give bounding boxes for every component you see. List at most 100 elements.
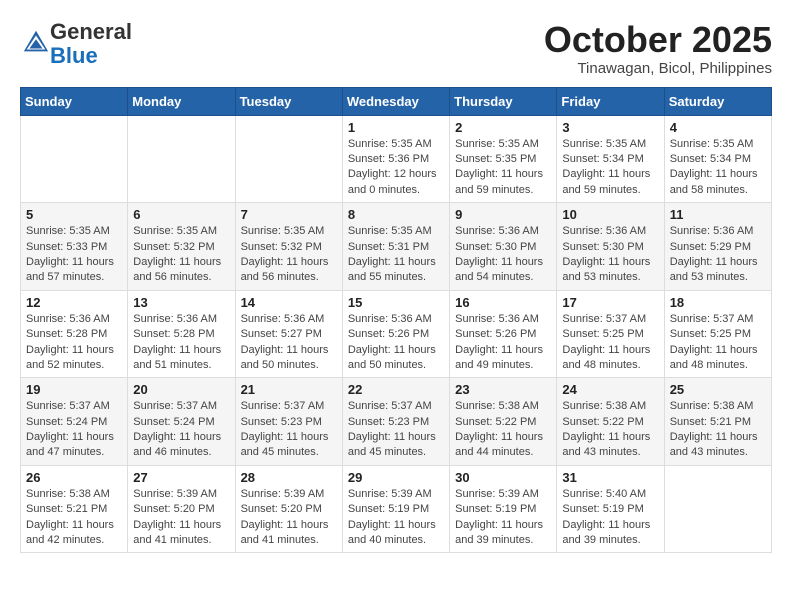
calendar-cell: 20Sunrise: 5:37 AM Sunset: 5:24 PM Dayli… [128, 378, 235, 466]
calendar-cell: 2Sunrise: 5:35 AM Sunset: 5:35 PM Daylig… [450, 115, 557, 203]
day-number: 28 [241, 470, 337, 485]
calendar-week-row: 19Sunrise: 5:37 AM Sunset: 5:24 PM Dayli… [21, 378, 772, 466]
weekday-header: Saturday [664, 87, 771, 115]
weekday-header: Wednesday [342, 87, 449, 115]
calendar-cell: 6 Sunrise: 5:35 AM Sunset: 5:32 PM Daylig… [128, 203, 235, 291]
calendar-week-row: 1 Sunrise: 5:35 AM Sunset: 5:36 PM Daylig… [21, 115, 772, 203]
calendar-cell: 31 Sunrise: 5:40 AM Sunset: 5:19 PM Dayli… [557, 465, 664, 553]
calendar-cell: 10 Sunrise: 5:36 AM Sunset: 5:30 PM Dayli… [557, 203, 664, 291]
day-info: Sunrise: 5:40 AM Sunset: 5:19 PM Dayligh… [562, 487, 658, 549]
day-info: Sunrise: 5:36 AM Sunset: 5:26 PM Dayligh… [455, 312, 551, 374]
day-number: 3 [562, 120, 658, 135]
day-number: 7 [241, 207, 337, 222]
calendar-week-row: 26 Sunrise: 5:38 AM Sunset: 5:21 PM Dayli… [21, 465, 772, 553]
logo-icon [22, 28, 50, 56]
day-number: 31 [562, 470, 658, 485]
calendar-cell: 22Sunrise: 5:37 AM Sunset: 5:23 PM Dayli… [342, 378, 449, 466]
day-info: Sunrise: 5:39 AM Sunset: 5:20 PM Dayligh… [133, 487, 229, 549]
day-info: Sunrise: 5:36 AM Sunset: 5:30 PM Dayligh… [455, 224, 551, 286]
calendar-cell: 25Sunrise: 5:38 AM Sunset: 5:21 PM Dayli… [664, 378, 771, 466]
day-info: Sunrise: 5:38 AM Sunset: 5:22 PM Dayligh… [455, 399, 551, 461]
day-info: Sunrise: 5:39 AM Sunset: 5:19 PM Dayligh… [348, 487, 444, 549]
calendar-cell [21, 115, 128, 203]
location: Tinawagan, Bicol, Philippines [544, 60, 772, 77]
calendar-table: SundayMondayTuesdayWednesdayThursdayFrid… [20, 87, 772, 554]
day-info: Sunrise: 5:35 AM Sunset: 5:34 PM Dayligh… [670, 137, 766, 199]
title-area: October 2025 Tinawagan, Bicol, Philippin… [544, 20, 772, 77]
calendar-cell: 14Sunrise: 5:36 AM Sunset: 5:27 PM Dayli… [235, 290, 342, 378]
calendar-cell: 21Sunrise: 5:37 AM Sunset: 5:23 PM Dayli… [235, 378, 342, 466]
day-info: Sunrise: 5:35 AM Sunset: 5:34 PM Dayligh… [562, 137, 658, 199]
calendar-cell: 3 Sunrise: 5:35 AM Sunset: 5:34 PM Daylig… [557, 115, 664, 203]
calendar-cell: 16 Sunrise: 5:36 AM Sunset: 5:26 PM Dayli… [450, 290, 557, 378]
calendar-cell: 30Sunrise: 5:39 AM Sunset: 5:19 PM Dayli… [450, 465, 557, 553]
calendar-cell: 5 Sunrise: 5:35 AM Sunset: 5:33 PM Daylig… [21, 203, 128, 291]
calendar-cell: 4 Sunrise: 5:35 AM Sunset: 5:34 PM Daylig… [664, 115, 771, 203]
day-info: Sunrise: 5:35 AM Sunset: 5:35 PM Dayligh… [455, 137, 551, 199]
day-number: 4 [670, 120, 766, 135]
day-number: 1 [348, 120, 444, 135]
day-number: 26 [26, 470, 122, 485]
calendar-cell: 19Sunrise: 5:37 AM Sunset: 5:24 PM Dayli… [21, 378, 128, 466]
day-info: Sunrise: 5:36 AM Sunset: 5:26 PM Dayligh… [348, 312, 444, 374]
day-number: 6 [133, 207, 229, 222]
calendar-cell: 28 Sunrise: 5:39 AM Sunset: 5:20 PM Dayli… [235, 465, 342, 553]
day-number: 19 [26, 382, 122, 397]
day-info: Sunrise: 5:35 AM Sunset: 5:33 PM Dayligh… [26, 224, 122, 286]
calendar-cell: 1 Sunrise: 5:35 AM Sunset: 5:36 PM Daylig… [342, 115, 449, 203]
day-info: Sunrise: 5:36 AM Sunset: 5:28 PM Dayligh… [133, 312, 229, 374]
day-number: 9 [455, 207, 551, 222]
day-number: 24 [562, 382, 658, 397]
day-number: 16 [455, 295, 551, 310]
calendar-cell: 27 Sunrise: 5:39 AM Sunset: 5:20 PM Dayli… [128, 465, 235, 553]
day-number: 11 [670, 207, 766, 222]
day-number: 5 [26, 207, 122, 222]
calendar-cell: 8 Sunrise: 5:35 AM Sunset: 5:31 PM Daylig… [342, 203, 449, 291]
day-info: Sunrise: 5:35 AM Sunset: 5:32 PM Dayligh… [241, 224, 337, 286]
calendar-week-row: 5 Sunrise: 5:35 AM Sunset: 5:33 PM Daylig… [21, 203, 772, 291]
calendar-cell: 26 Sunrise: 5:38 AM Sunset: 5:21 PM Dayli… [21, 465, 128, 553]
weekday-header: Thursday [450, 87, 557, 115]
calendar-cell: 17Sunrise: 5:37 AM Sunset: 5:25 PM Dayli… [557, 290, 664, 378]
day-info: Sunrise: 5:38 AM Sunset: 5:21 PM Dayligh… [26, 487, 122, 549]
day-number: 29 [348, 470, 444, 485]
day-info: Sunrise: 5:35 AM Sunset: 5:36 PM Dayligh… [348, 137, 444, 199]
weekday-header: Sunday [21, 87, 128, 115]
day-number: 27 [133, 470, 229, 485]
month-title: October 2025 [544, 20, 772, 60]
day-info: Sunrise: 5:37 AM Sunset: 5:25 PM Dayligh… [670, 312, 766, 374]
day-info: Sunrise: 5:35 AM Sunset: 5:32 PM Dayligh… [133, 224, 229, 286]
day-number: 10 [562, 207, 658, 222]
day-info: Sunrise: 5:35 AM Sunset: 5:31 PM Dayligh… [348, 224, 444, 286]
logo-text: General Blue [50, 20, 132, 68]
calendar-cell: 29 Sunrise: 5:39 AM Sunset: 5:19 PM Dayli… [342, 465, 449, 553]
day-number: 21 [241, 382, 337, 397]
calendar-cell: 11 Sunrise: 5:36 AM Sunset: 5:29 PM Dayli… [664, 203, 771, 291]
day-info: Sunrise: 5:36 AM Sunset: 5:28 PM Dayligh… [26, 312, 122, 374]
day-info: Sunrise: 5:37 AM Sunset: 5:25 PM Dayligh… [562, 312, 658, 374]
calendar-cell: 12 Sunrise: 5:36 AM Sunset: 5:28 PM Dayli… [21, 290, 128, 378]
calendar-header-row: SundayMondayTuesdayWednesdayThursdayFrid… [21, 87, 772, 115]
day-info: Sunrise: 5:39 AM Sunset: 5:20 PM Dayligh… [241, 487, 337, 549]
calendar-cell: 23Sunrise: 5:38 AM Sunset: 5:22 PM Dayli… [450, 378, 557, 466]
calendar-cell: 18 Sunrise: 5:37 AM Sunset: 5:25 PM Dayli… [664, 290, 771, 378]
day-info: Sunrise: 5:38 AM Sunset: 5:22 PM Dayligh… [562, 399, 658, 461]
day-number: 18 [670, 295, 766, 310]
day-number: 15 [348, 295, 444, 310]
calendar-cell: 7 Sunrise: 5:35 AM Sunset: 5:32 PM Daylig… [235, 203, 342, 291]
calendar-cell: 15 Sunrise: 5:36 AM Sunset: 5:26 PM Dayli… [342, 290, 449, 378]
day-info: Sunrise: 5:36 AM Sunset: 5:30 PM Dayligh… [562, 224, 658, 286]
logo: General Blue [20, 20, 132, 68]
calendar-cell: 24 Sunrise: 5:38 AM Sunset: 5:22 PM Dayli… [557, 378, 664, 466]
day-number: 13 [133, 295, 229, 310]
day-number: 30 [455, 470, 551, 485]
day-number: 12 [26, 295, 122, 310]
weekday-header: Friday [557, 87, 664, 115]
calendar-cell [664, 465, 771, 553]
day-number: 22 [348, 382, 444, 397]
weekday-header: Monday [128, 87, 235, 115]
day-number: 25 [670, 382, 766, 397]
day-number: 8 [348, 207, 444, 222]
day-info: Sunrise: 5:36 AM Sunset: 5:29 PM Dayligh… [670, 224, 766, 286]
day-number: 20 [133, 382, 229, 397]
